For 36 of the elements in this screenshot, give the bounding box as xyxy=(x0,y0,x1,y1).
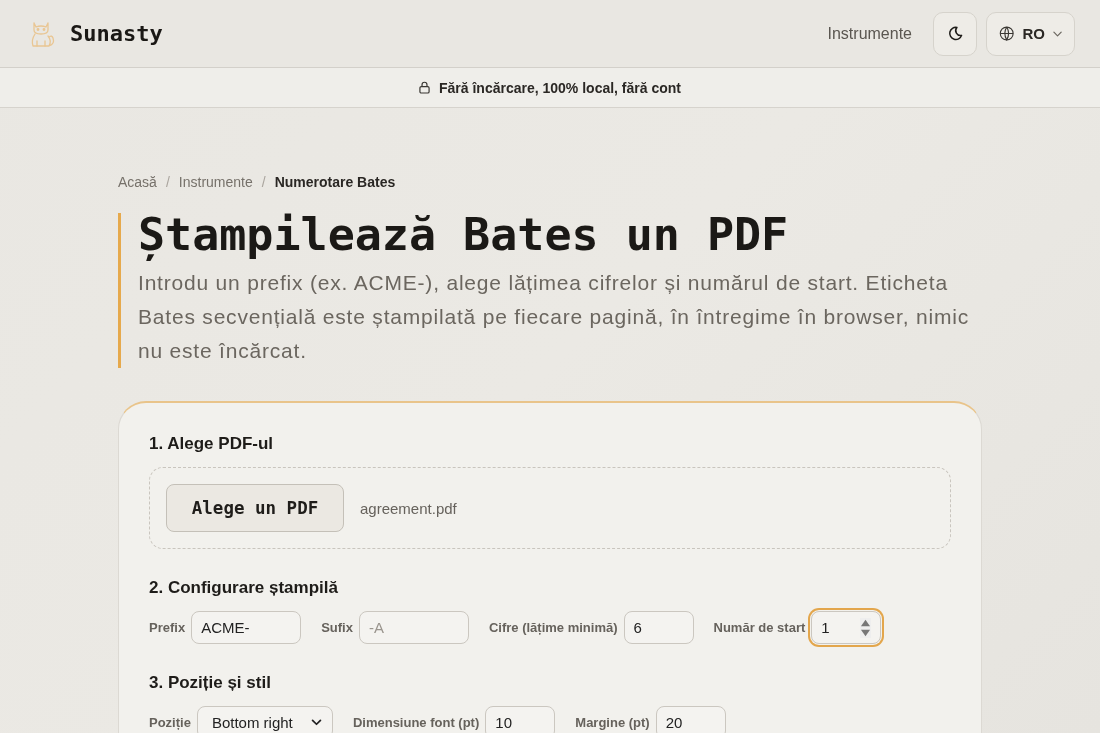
section-title: 1. Alege PDF-ul xyxy=(149,434,275,454)
banner-text: Fără încărcare, 100% local, fără cont xyxy=(439,79,681,96)
brand-name[interactable]: Sunasty xyxy=(70,21,163,46)
file-name: agreement.pdf xyxy=(360,499,457,517)
number-field[interactable]: 6 xyxy=(623,611,694,644)
field-label: Margine (pt) xyxy=(575,715,650,730)
field-label: Număr de start xyxy=(713,620,806,635)
breadcrumb-separator: / xyxy=(165,174,170,191)
field-label: Sufix xyxy=(321,620,353,635)
field-label: Dimensiune font (pt) xyxy=(352,715,480,730)
field-label: Poziție xyxy=(149,715,191,730)
choose-file-button[interactable]: Alege un PDF xyxy=(166,484,344,532)
language-button[interactable]: RO xyxy=(986,11,1075,56)
intro-text: Introdu un prefix (ex. ACME-), alege lățimea cifrelor și numărul de start. Eticheta Bates secvențială este ștampilată pe fiecare pagină, în întregime în browser, nimic nu este încărcat. xyxy=(138,270,970,364)
theme-toggle-button[interactable] xyxy=(933,11,977,56)
breadcrumb-separator: / xyxy=(261,174,266,191)
number-field[interactable]: 10 xyxy=(485,706,556,733)
spinner-arrows-icon xyxy=(860,617,872,638)
field-label: Prefix xyxy=(149,620,186,635)
drop-zone[interactable]: Alege un PDF agreement.pdf xyxy=(149,467,951,549)
chevron-down-icon xyxy=(1052,30,1062,37)
dropdown[interactable]: Bottom right xyxy=(196,706,333,733)
lock-icon xyxy=(419,81,430,94)
globe-icon xyxy=(999,25,1015,42)
breadcrumb-link[interactable]: Acasă xyxy=(118,174,157,191)
number-field[interactable]: 1 xyxy=(811,611,882,644)
chevron-down-icon xyxy=(310,719,322,726)
text-field[interactable]: ACME- xyxy=(191,611,302,644)
nav-link[interactable]: Instrumente xyxy=(827,24,912,43)
breadcrumb-current: Numerotare Bates xyxy=(274,174,396,191)
number-field[interactable]: 20 xyxy=(655,706,726,733)
moon-icon xyxy=(947,26,963,41)
section-title: 3. Poziție și stil xyxy=(149,673,272,693)
field-label: Cifre (lățime minimă) xyxy=(488,620,618,635)
breadcrumb-link[interactable]: Instrumente xyxy=(178,174,253,191)
section-title: 2. Configurare ștampilă xyxy=(149,578,339,598)
